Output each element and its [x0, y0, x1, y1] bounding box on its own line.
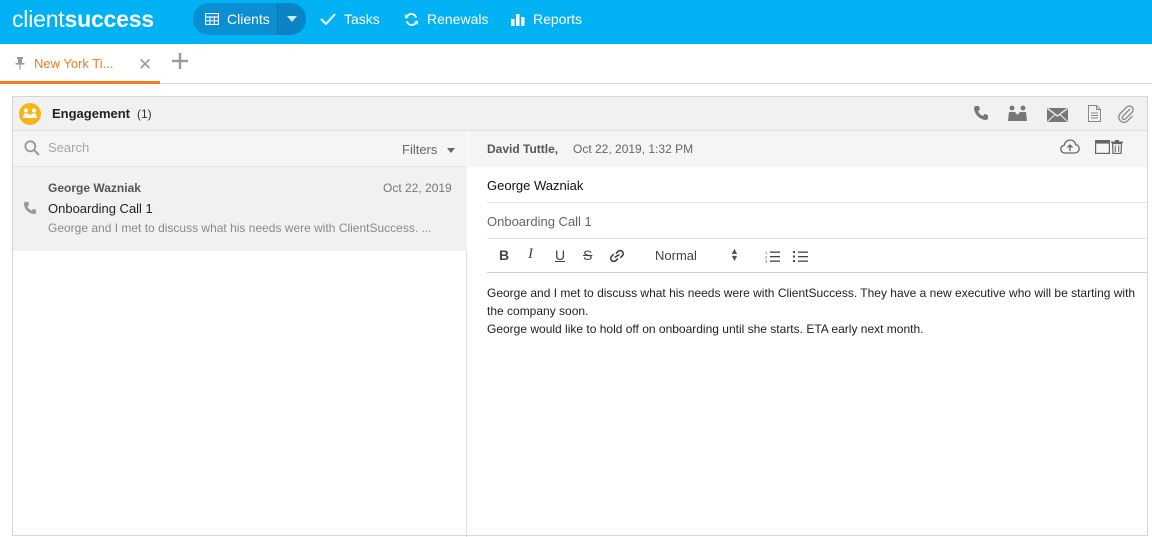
list-item[interactable]: George Wazniak Oct 22, 2019 Onboarding C… — [13, 167, 467, 251]
nav-renewals[interactable]: Renewals — [404, 3, 488, 35]
note-icon[interactable] — [1088, 105, 1101, 122]
svg-text:3: 3 — [765, 259, 768, 263]
bullet-list-icon[interactable] — [793, 250, 808, 263]
client-tab-label: New York Ti... — [34, 56, 114, 71]
engagement-list-pane: Filters George Wazniak Oct 22, 2019 Onbo… — [13, 131, 467, 537]
detail-author: David Tuttle, — [487, 142, 559, 156]
paperclip-icon[interactable] — [1118, 105, 1134, 123]
list-item-date: Oct 22, 2019 — [383, 181, 452, 195]
client-tab[interactable]: New York Ti... ✕ — [0, 44, 160, 84]
pin-icon — [15, 57, 25, 70]
nav-renewals-label: Renewals — [427, 11, 489, 27]
engagement-icon — [19, 103, 41, 125]
search-input[interactable] — [48, 140, 298, 155]
search-bar: Filters — [13, 131, 467, 167]
bold-button[interactable]: B — [499, 247, 509, 263]
table-icon — [205, 13, 219, 25]
engagement-title: Engagement — [52, 106, 131, 121]
bar-chart-icon — [511, 13, 525, 26]
list-item-title: Onboarding Call 1 — [48, 201, 153, 216]
contact-field[interactable]: George Wazniak — [487, 167, 1147, 203]
checkmark-icon — [320, 13, 336, 25]
editor-toolbar: B I U S Normal ▲ ▼ 1 2 3 — [487, 239, 1147, 273]
detail-timestamp: Oct 22, 2019, 1:32 PM — [573, 142, 694, 156]
note-body-line: George would like to hold off on onboard… — [487, 322, 924, 336]
nav-clients-label: Clients — [227, 11, 270, 27]
caret-down-icon — [287, 16, 297, 22]
nav-clients-dropdown[interactable] — [277, 3, 306, 35]
phone-icon[interactable] — [973, 105, 989, 121]
calendar-icon[interactable] — [1095, 140, 1110, 154]
nav-tasks[interactable]: Tasks — [320, 3, 380, 35]
brand-logo-part2: success — [64, 6, 155, 32]
nav-clients-group: Clients — [193, 3, 306, 35]
strikethrough-button[interactable]: S — [583, 247, 592, 263]
plus-icon[interactable] — [172, 53, 188, 69]
subject-field[interactable]: Onboarding Call 1 — [487, 203, 1147, 239]
meeting-icon[interactable] — [1006, 105, 1029, 121]
engagement-count: (1) — [137, 107, 152, 121]
contact-value: George Wazniak — [487, 178, 584, 193]
link-icon[interactable] — [609, 249, 625, 263]
detail-header: David Tuttle, Oct 22, 2019, 1:32 PM — [468, 131, 1147, 167]
refresh-icon — [404, 12, 419, 26]
brand-logo-part1: client — [12, 6, 65, 32]
nav-reports[interactable]: Reports — [511, 3, 582, 35]
ordered-list-icon[interactable]: 1 2 3 — [765, 250, 780, 263]
search-icon — [24, 140, 40, 156]
nav-tasks-label: Tasks — [344, 11, 380, 27]
filters-dropdown[interactable]: Filters — [402, 142, 437, 157]
phone-icon — [23, 201, 37, 215]
engagement-panel: Engagement (1) Search Filters George Waz… — [12, 96, 1148, 537]
trash-icon[interactable] — [1111, 140, 1123, 154]
engagement-detail-pane: David Tuttle, Oct 22, 2019, 1:32 PM Geor… — [468, 131, 1147, 537]
client-tab-bar: New York Ti... ✕ — [0, 44, 1152, 84]
nav-reports-label: Reports — [533, 11, 583, 27]
top-navigation-bar: clientsuccess Clients Tasks Renewals Rep… — [0, 0, 1152, 44]
engagement-header: Engagement (1) — [13, 97, 1147, 131]
note-body-line: George and I met to discuss what his nee… — [487, 286, 1136, 318]
list-item-contact: George Wazniak — [48, 181, 141, 195]
email-icon[interactable] — [1047, 108, 1068, 122]
select-arrows-icon[interactable]: ▲ ▼ — [730, 247, 739, 263]
note-body[interactable]: George and I met to discuss what his nee… — [487, 284, 1137, 338]
subject-value: Onboarding Call 1 — [487, 214, 592, 229]
list-item-snippet: George and I met to discuss what his nee… — [48, 221, 432, 235]
brand-logo[interactable]: clientsuccess — [12, 6, 154, 33]
text-format-select[interactable]: Normal — [655, 248, 697, 263]
close-icon[interactable]: ✕ — [138, 55, 152, 75]
underline-button[interactable]: U — [555, 247, 565, 263]
nav-clients-button[interactable]: Clients — [193, 3, 277, 35]
italic-button[interactable]: I — [528, 246, 533, 263]
filters-caret-icon[interactable] — [447, 148, 455, 153]
cloud-upload-icon[interactable] — [1060, 139, 1080, 154]
